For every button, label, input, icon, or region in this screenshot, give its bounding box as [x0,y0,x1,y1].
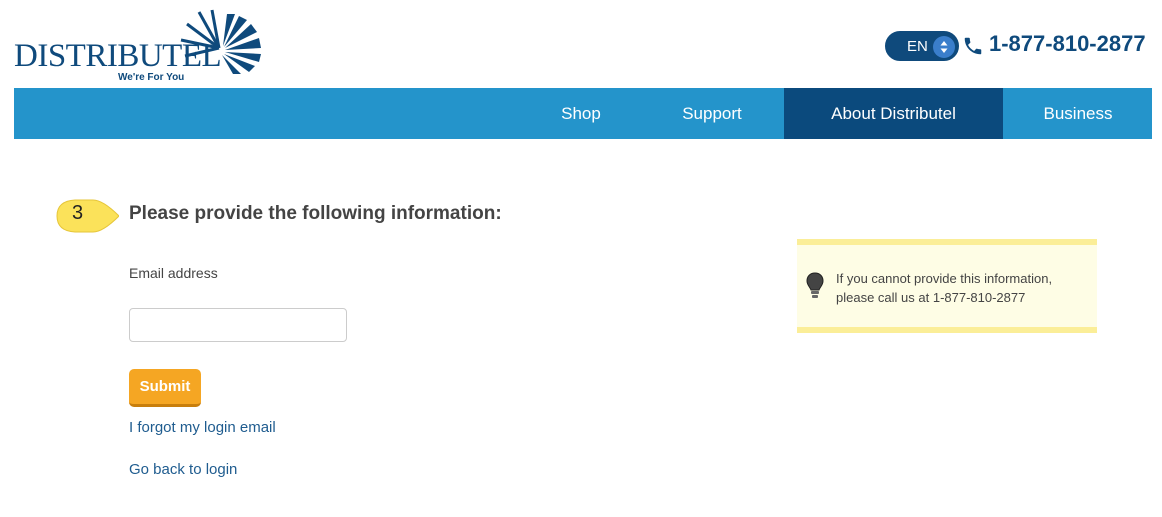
info-text-line-1: If you cannot provide this information, [836,271,1053,286]
phone-icon [964,37,982,55]
email-input[interactable] [129,308,347,342]
logo-tagline: We're For You [118,72,185,83]
phone-number-link[interactable]: 1-877-810-2877 [989,31,1146,57]
main-nav: Shop Support About Distributel Business [14,88,1152,139]
nav-item-business[interactable]: Business [1024,88,1132,139]
info-text-line-2: please call us at 1-877-810-2877 [836,290,1026,305]
back-to-login-link[interactable]: Go back to login [129,461,237,478]
logo-wordmark: DISTRIBUTEL [14,38,222,74]
forgot-login-email-link[interactable]: I forgot my login email [129,419,276,436]
nav-item-about-distributel[interactable]: About Distributel [784,88,1003,139]
step-badge-shape [56,199,119,233]
language-selector[interactable]: EN [885,31,959,61]
submit-button[interactable]: Submit [129,369,201,407]
form-heading: Please provide the following information… [129,203,502,224]
updown-arrows-icon [933,36,955,58]
language-label: EN [907,38,928,55]
nav-item-shop[interactable]: Shop [534,88,628,139]
email-label: Email address [129,265,218,281]
distributel-logo[interactable]: DISTRIBUTEL We're For You [12,8,268,88]
step-number: 3 [72,202,84,224]
info-text: If you cannot provide this information, … [836,269,1086,307]
nav-item-support[interactable]: Support [660,88,764,139]
lightbulb-icon [806,272,824,298]
